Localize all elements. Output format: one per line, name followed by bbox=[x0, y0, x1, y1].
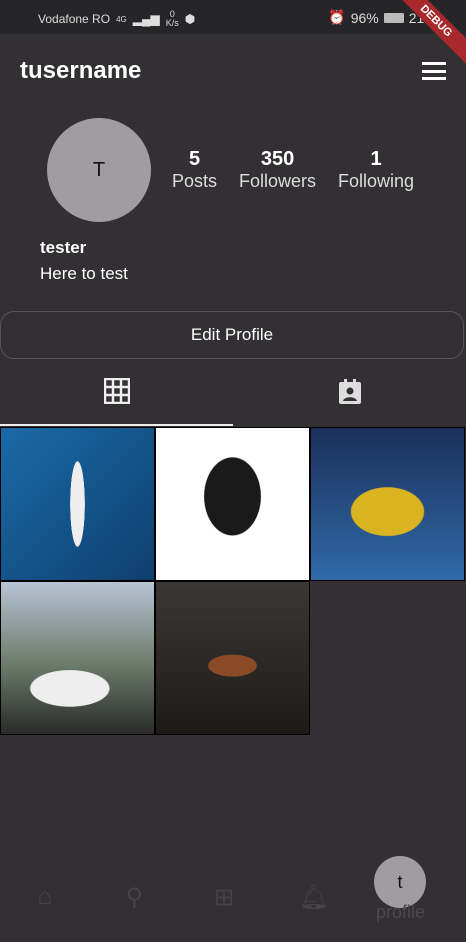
followers-stat[interactable]: 350 Followers bbox=[239, 148, 316, 192]
edit-profile-button[interactable]: Edit Profile bbox=[0, 311, 464, 359]
post-grid bbox=[0, 427, 466, 735]
add-photo-icon: ⊞ bbox=[213, 883, 235, 911]
nav-profile-label[interactable]: profile bbox=[376, 902, 425, 923]
contact-tag-icon bbox=[338, 379, 361, 404]
speed-unit: K/s bbox=[165, 18, 179, 28]
tab-tagged[interactable] bbox=[233, 358, 466, 426]
battery-icon bbox=[383, 12, 404, 23]
followers-label: Followers bbox=[239, 171, 317, 191]
network-type: 4G bbox=[116, 14, 127, 24]
home-icon: ⌂ bbox=[37, 883, 53, 910]
post-thumbnail[interactable] bbox=[155, 427, 310, 581]
grid-icon bbox=[103, 378, 130, 404]
post-thumbnail[interactable] bbox=[310, 427, 465, 581]
battery-percent: 96% bbox=[350, 9, 379, 26]
menu-icon[interactable] bbox=[422, 62, 446, 80]
profile-bio: Here to test bbox=[40, 264, 128, 283]
followers-count: 350 bbox=[260, 148, 295, 170]
nav-search[interactable]: ⚲ bbox=[90, 883, 180, 912]
status-bar: Vodafone RO4G▂▄▆0K/s⬢ ⏰96%21:2 DEBUG bbox=[0, 0, 466, 70]
search-icon: ⚲ bbox=[125, 883, 144, 911]
alarm-icon: ⏰ bbox=[328, 9, 346, 25]
profile-tabs bbox=[0, 358, 466, 426]
signal-icon: ▂▄▆ bbox=[132, 12, 160, 26]
following-label: Following bbox=[338, 171, 415, 191]
nav-profile-avatar[interactable]: t bbox=[374, 856, 426, 908]
app-notification-icon: ⬢ bbox=[184, 12, 196, 26]
bottom-nav: ⌂ ⚲ ⊞ 🔔︎ t profile bbox=[0, 852, 466, 942]
nav-notifications[interactable]: 🔔︎ bbox=[269, 883, 359, 912]
app-bar: tusername bbox=[0, 34, 466, 108]
posts-count: 5 bbox=[188, 148, 201, 170]
avatar[interactable]: T bbox=[47, 118, 151, 222]
posts-stat: 5 Posts bbox=[172, 148, 217, 192]
tab-grid[interactable] bbox=[0, 358, 233, 426]
following-stat[interactable]: 1 Following bbox=[338, 148, 414, 192]
posts-label: Posts bbox=[172, 171, 218, 191]
post-thumbnail[interactable] bbox=[155, 581, 310, 735]
post-thumbnail[interactable] bbox=[0, 581, 155, 735]
nav-home[interactable]: ⌂ bbox=[0, 883, 90, 911]
following-count: 1 bbox=[370, 148, 382, 170]
nav-add-post[interactable]: ⊞ bbox=[179, 883, 269, 912]
carrier: Vodafone RO bbox=[38, 12, 111, 26]
profile-header: T 5 Posts 350 Followers 1 Following tester … bbox=[0, 108, 466, 359]
post-thumbnail[interactable] bbox=[0, 427, 155, 581]
bell-icon: 🔔︎ bbox=[298, 883, 329, 911]
page-title: tusername bbox=[20, 57, 142, 84]
profile-name: tester bbox=[40, 238, 87, 257]
